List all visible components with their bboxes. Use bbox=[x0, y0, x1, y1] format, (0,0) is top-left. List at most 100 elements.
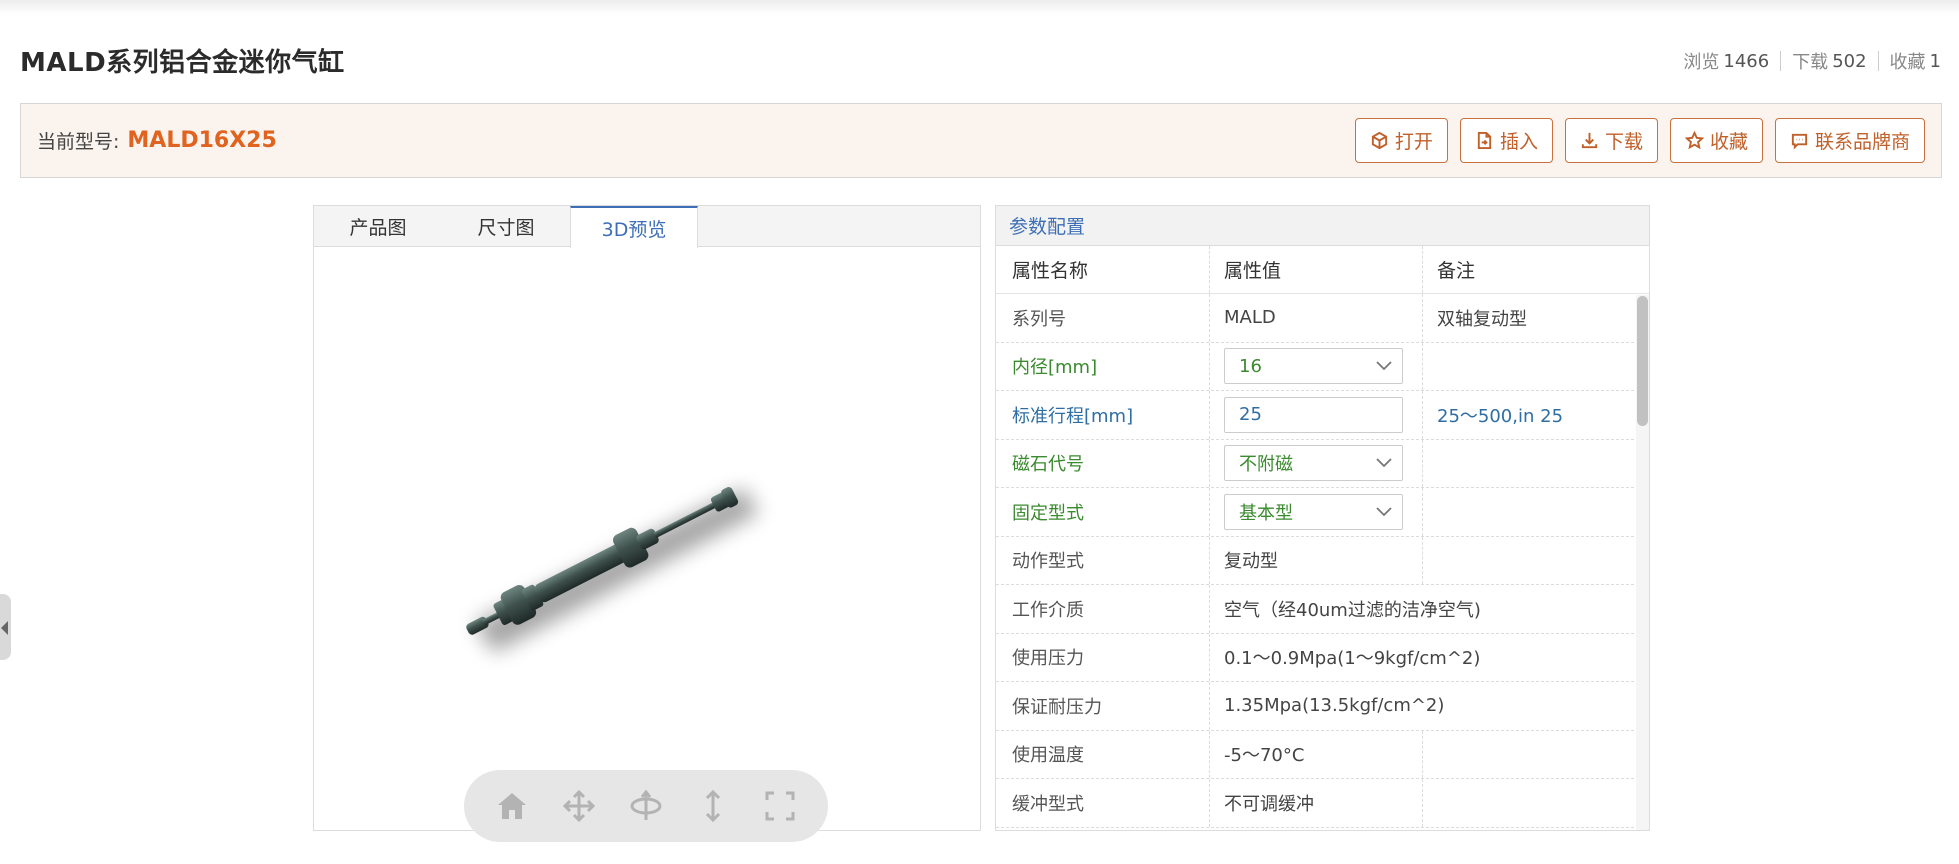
mount-select[interactable]: 基本型 bbox=[1224, 493, 1403, 530]
star-icon bbox=[1684, 131, 1704, 150]
pan-icon[interactable] bbox=[561, 788, 597, 824]
param-note bbox=[1423, 779, 1635, 827]
chat-icon bbox=[1791, 133, 1808, 150]
param-value: 1.35Mpa(13.5kgf/cm^2) bbox=[1224, 695, 1445, 717]
favorite-button-label: 收藏 bbox=[1709, 131, 1748, 153]
param-value: -5～70°C bbox=[1210, 730, 1423, 778]
param-name: 磁石代号 bbox=[996, 439, 1210, 487]
magnet-select-value: 不附磁 bbox=[1239, 454, 1293, 476]
param-note bbox=[1423, 537, 1635, 585]
param-note bbox=[1423, 440, 1635, 488]
tab-dimension-drawing[interactable]: 尺寸图 bbox=[442, 206, 570, 247]
param-value: MALD bbox=[1210, 294, 1423, 342]
open-button-label: 打开 bbox=[1394, 131, 1433, 153]
table-row: 动作型式 复动型 bbox=[996, 536, 1649, 585]
downloads-label: 下载 bbox=[1792, 52, 1829, 73]
param-note bbox=[1423, 488, 1635, 536]
param-name: 使用温度 bbox=[996, 730, 1210, 778]
stats-divider bbox=[1780, 51, 1782, 71]
preview-panel: 产品图 尺寸图 3D预览 bbox=[313, 205, 981, 842]
table-row: 磁石代号 不附磁 bbox=[996, 439, 1649, 488]
tab-3d-preview[interactable]: 3D预览 bbox=[570, 206, 698, 248]
insert-button[interactable]: 插入 bbox=[1459, 118, 1553, 163]
cylinder-3d-model bbox=[466, 487, 759, 653]
fullscreen-icon[interactable] bbox=[762, 788, 798, 824]
param-note: 25～500,in 25 bbox=[1437, 405, 1564, 427]
table-row: 系列号 MALD 双轴复动型 bbox=[996, 294, 1649, 343]
home-icon[interactable] bbox=[494, 788, 530, 824]
bore-select[interactable]: 16 bbox=[1224, 348, 1403, 385]
stats-divider bbox=[1877, 51, 1879, 71]
chevron-down-icon bbox=[1376, 507, 1392, 517]
zoom-icon[interactable] bbox=[695, 788, 731, 824]
param-name: 动作型式 bbox=[996, 536, 1210, 584]
param-note: 双轴复动型 bbox=[1437, 308, 1527, 330]
param-value-cell: 16 bbox=[1210, 342, 1423, 390]
table-row: 内径[mm] 16 bbox=[996, 342, 1649, 391]
param-name: 工作介质 bbox=[996, 585, 1210, 633]
table-row: 缓冲型式 不可调缓冲 bbox=[996, 779, 1649, 828]
stroke-input[interactable]: 25 bbox=[1224, 396, 1403, 433]
current-model-label: 当前型号: bbox=[37, 131, 120, 153]
column-header-name: 属性名称 bbox=[996, 246, 1210, 293]
param-note bbox=[1423, 343, 1635, 391]
open-button[interactable]: 打开 bbox=[1354, 118, 1448, 163]
downloads-count: 502 bbox=[1832, 50, 1867, 72]
param-name: 标准行程[mm] bbox=[996, 391, 1210, 439]
favorite-button[interactable]: 收藏 bbox=[1669, 118, 1763, 163]
param-note bbox=[1423, 731, 1635, 779]
table-row: 使用压力 0.1～0.9Mpa(1～9kgf/cm^2) bbox=[996, 633, 1649, 682]
insert-icon bbox=[1477, 131, 1492, 150]
download-button-label: 下载 bbox=[1604, 131, 1643, 153]
param-value: 不可调缓冲 bbox=[1210, 779, 1423, 827]
table-row: 工作介质 空气（经40um过滤的洁净空气) bbox=[996, 585, 1649, 634]
column-header-value: 属性值 bbox=[1210, 246, 1423, 293]
column-header-note: 备注 bbox=[1437, 260, 1476, 282]
sidebar-toggle-handle[interactable] bbox=[0, 594, 11, 660]
views-label: 浏览 bbox=[1683, 52, 1720, 73]
table-row: 使用温度 -5～70°C bbox=[996, 730, 1649, 779]
download-icon bbox=[1581, 132, 1598, 149]
table-header: 属性名称 属性值 备注 bbox=[996, 246, 1649, 294]
params-scrollbar-thumb[interactable] bbox=[1637, 296, 1648, 426]
viewer-toolbar bbox=[464, 770, 828, 842]
insert-button-label: 插入 bbox=[1499, 131, 1538, 153]
3d-viewport[interactable] bbox=[314, 248, 980, 842]
chevron-down-icon bbox=[1376, 458, 1392, 468]
param-name: 保证耐压力 bbox=[996, 682, 1210, 730]
parameter-config-heading: 参数配置 bbox=[996, 206, 1649, 246]
param-value: 复动型 bbox=[1210, 536, 1423, 584]
param-name: 使用压力 bbox=[996, 633, 1210, 681]
current-model-code: MALD16X25 bbox=[127, 128, 277, 153]
param-name: 内径[mm] bbox=[996, 342, 1210, 390]
table-row: 固定型式 基本型 bbox=[996, 488, 1649, 537]
stats-bar: 浏览 1466 下载 502 收藏 1 bbox=[1683, 48, 1941, 74]
mount-select-value: 基本型 bbox=[1239, 502, 1293, 524]
page-title: MALD系列铝合金迷你气缸 bbox=[20, 48, 345, 78]
param-value-cell: 25 bbox=[1210, 391, 1423, 439]
contact-brand-button-label: 联系品牌商 bbox=[1814, 131, 1910, 153]
param-value: 空气（经40um过滤的洁净空气) bbox=[1224, 599, 1481, 621]
contact-brand-button[interactable]: 联系品牌商 bbox=[1774, 118, 1925, 163]
table-row: 标准行程[mm] 25 25～500,in 25 bbox=[996, 391, 1649, 440]
current-model-bar: 当前型号: MALD16X25 打开 插入 下载 收藏 联系品牌商 bbox=[20, 103, 1942, 178]
favorites-label: 收藏 bbox=[1889, 52, 1926, 73]
table-row: 保证耐压力 1.35Mpa(13.5kgf/cm^2) bbox=[996, 682, 1649, 731]
param-value-cell: 基本型 bbox=[1210, 488, 1423, 536]
param-name: 缓冲型式 bbox=[996, 779, 1210, 827]
chevron-down-icon bbox=[1376, 361, 1392, 371]
param-value: 0.1～0.9Mpa(1～9kgf/cm^2) bbox=[1224, 648, 1481, 670]
rotate-icon[interactable] bbox=[628, 788, 664, 824]
download-button[interactable]: 下载 bbox=[1564, 118, 1658, 163]
cube-icon bbox=[1371, 131, 1388, 150]
tab-product-image[interactable]: 产品图 bbox=[314, 206, 442, 247]
param-name: 固定型式 bbox=[996, 488, 1210, 536]
views-count: 1466 bbox=[1723, 50, 1770, 72]
action-buttons: 打开 插入 下载 收藏 联系品牌商 bbox=[1354, 118, 1925, 163]
bore-select-value: 16 bbox=[1239, 355, 1262, 377]
param-name: 系列号 bbox=[996, 294, 1210, 342]
top-shadow bbox=[0, 0, 1959, 14]
param-value-cell: 不附磁 bbox=[1210, 439, 1423, 487]
preview-tabs: 产品图 尺寸图 3D预览 bbox=[314, 206, 980, 248]
magnet-select[interactable]: 不附磁 bbox=[1224, 445, 1403, 482]
